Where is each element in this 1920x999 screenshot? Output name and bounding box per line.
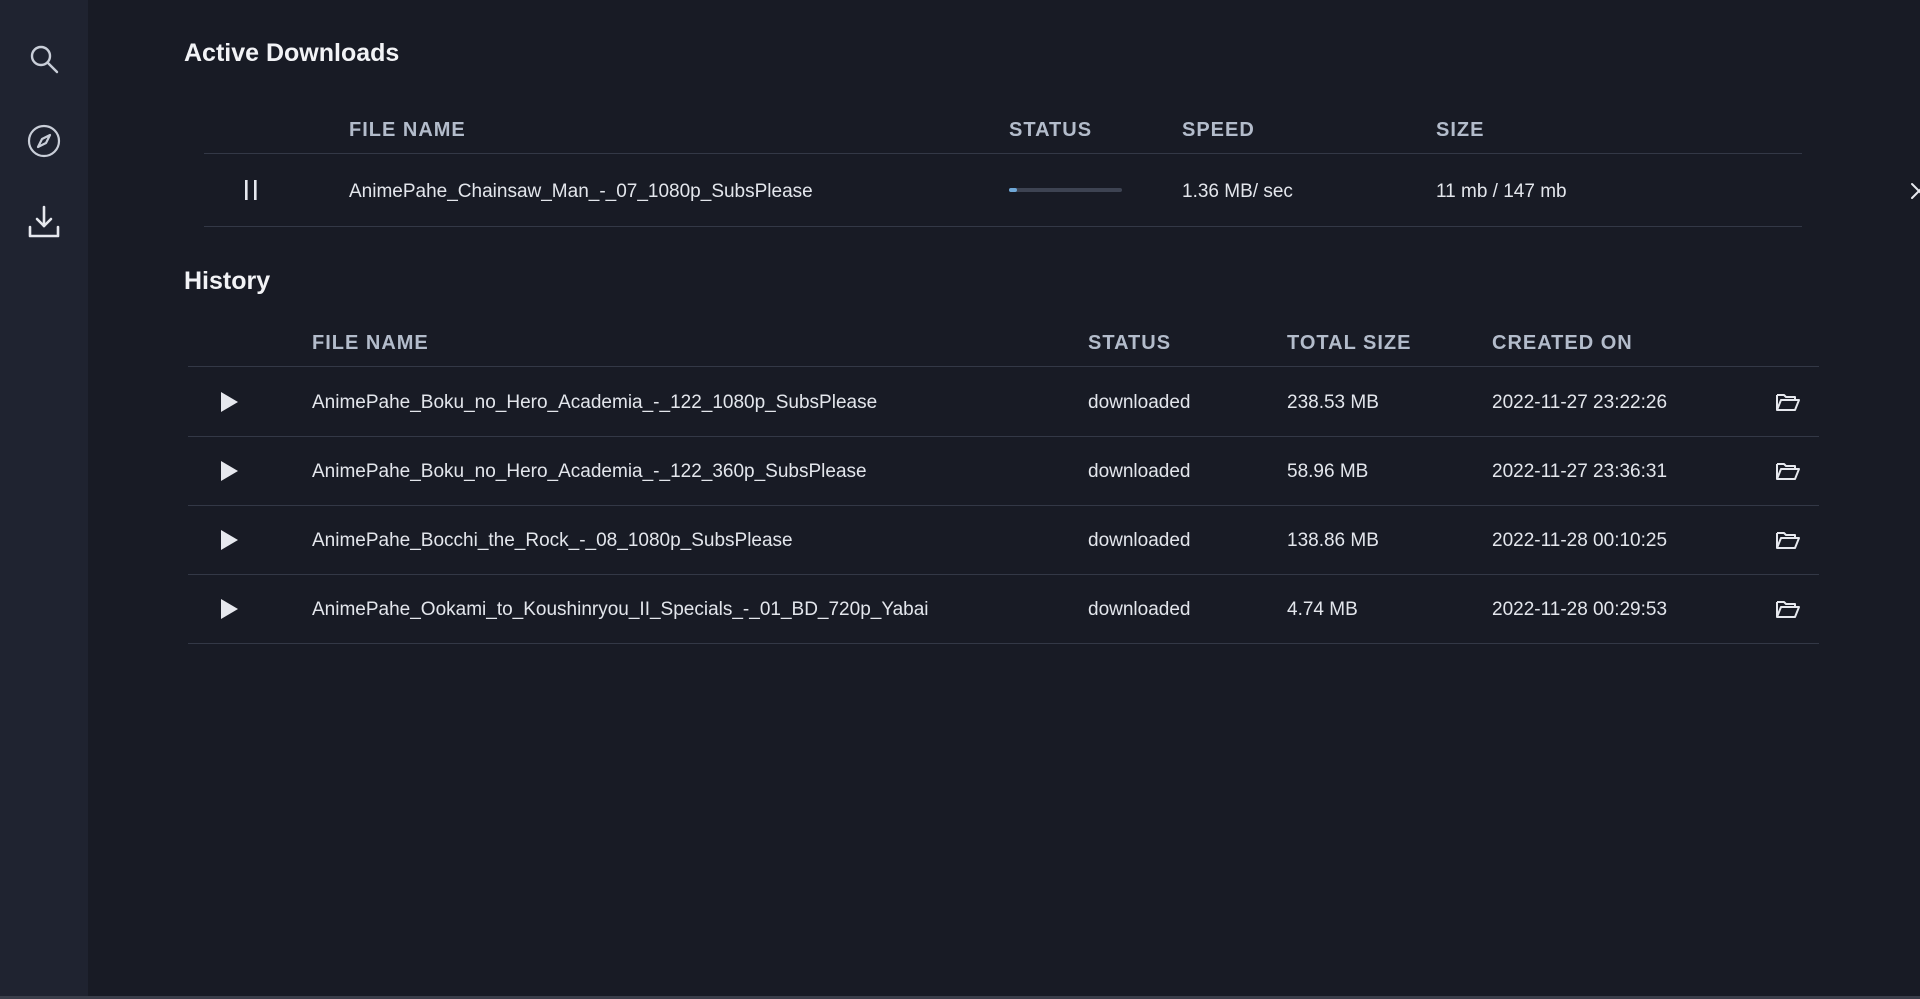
row-divider bbox=[188, 436, 1819, 437]
cancel-download-button[interactable] bbox=[1906, 178, 1920, 204]
history-status: downloaded bbox=[1088, 530, 1191, 551]
history-total-size: 238.53 MB bbox=[1287, 392, 1379, 413]
play-icon[interactable] bbox=[216, 389, 242, 415]
history-title: History bbox=[184, 267, 271, 295]
active-header-speed: SPEED bbox=[1182, 119, 1255, 141]
play-icon[interactable] bbox=[216, 458, 242, 484]
history-file-name: AnimePahe_Boku_no_Hero_Academia_-_122_36… bbox=[312, 461, 867, 482]
history-status: downloaded bbox=[1088, 461, 1191, 482]
history-created-on: 2022-11-28 00:29:53 bbox=[1492, 599, 1668, 620]
play-icon[interactable] bbox=[216, 596, 242, 622]
pause-icon[interactable] bbox=[238, 176, 264, 204]
history-created-on: 2022-11-27 23:36:31 bbox=[1492, 461, 1668, 482]
close-icon bbox=[1911, 183, 1920, 199]
download-progress-bar bbox=[1009, 188, 1122, 192]
active-header-size: SIZE bbox=[1436, 119, 1485, 141]
play-icon[interactable] bbox=[216, 527, 242, 553]
history-created-on: 2022-11-27 23:22:26 bbox=[1492, 392, 1668, 413]
active-file-name: AnimePahe_Chainsaw_Man_-_07_1080p_SubsPl… bbox=[349, 181, 813, 202]
active-header-status: STATUS bbox=[1009, 119, 1093, 141]
search-icon[interactable] bbox=[22, 37, 66, 81]
active-row-divider bbox=[204, 226, 1802, 227]
history-file-name: AnimePahe_Boku_no_Hero_Academia_-_122_10… bbox=[312, 392, 878, 413]
folder-open-icon[interactable] bbox=[1774, 389, 1802, 415]
row-divider bbox=[188, 574, 1819, 575]
main-content: Active Downloads FILE NAME STATUS SPEED … bbox=[184, 0, 1920, 996]
history-total-size: 4.74 MB bbox=[1287, 599, 1358, 620]
download-progress-fill bbox=[1009, 188, 1018, 192]
folder-open-icon[interactable] bbox=[1774, 596, 1802, 622]
sidebar bbox=[0, 0, 88, 996]
history-created-on: 2022-11-28 00:10:25 bbox=[1492, 530, 1668, 551]
history-header-created-on: CREATED ON bbox=[1492, 332, 1633, 354]
history-file-name: AnimePahe_Bocchi_the_Rock_-_08_1080p_Sub… bbox=[312, 530, 793, 551]
history-header-status: STATUS bbox=[1088, 332, 1172, 354]
compass-icon[interactable] bbox=[22, 119, 66, 163]
history-total-size: 58.96 MB bbox=[1287, 461, 1369, 482]
history-total-size: 138.86 MB bbox=[1287, 530, 1379, 551]
active-header-divider bbox=[204, 153, 1802, 154]
history-status: downloaded bbox=[1088, 392, 1191, 413]
active-size: 11 mb / 147 mb bbox=[1436, 181, 1567, 202]
active-downloads-title: Active Downloads bbox=[184, 39, 400, 67]
download-icon[interactable] bbox=[22, 200, 66, 244]
row-divider bbox=[188, 643, 1819, 644]
active-speed: 1.36 MB/ sec bbox=[1182, 181, 1293, 202]
active-header-file-name: FILE NAME bbox=[349, 119, 466, 141]
row-divider bbox=[188, 505, 1819, 506]
history-file-name: AnimePahe_Ookami_to_Koushinryou_II_Speci… bbox=[312, 599, 929, 620]
history-header-file-name: FILE NAME bbox=[312, 332, 429, 354]
history-header-total-size: TOTAL SIZE bbox=[1287, 332, 1412, 354]
history-header-divider bbox=[188, 366, 1819, 367]
folder-open-icon[interactable] bbox=[1774, 527, 1802, 553]
history-status: downloaded bbox=[1088, 599, 1191, 620]
folder-open-icon[interactable] bbox=[1774, 458, 1802, 484]
